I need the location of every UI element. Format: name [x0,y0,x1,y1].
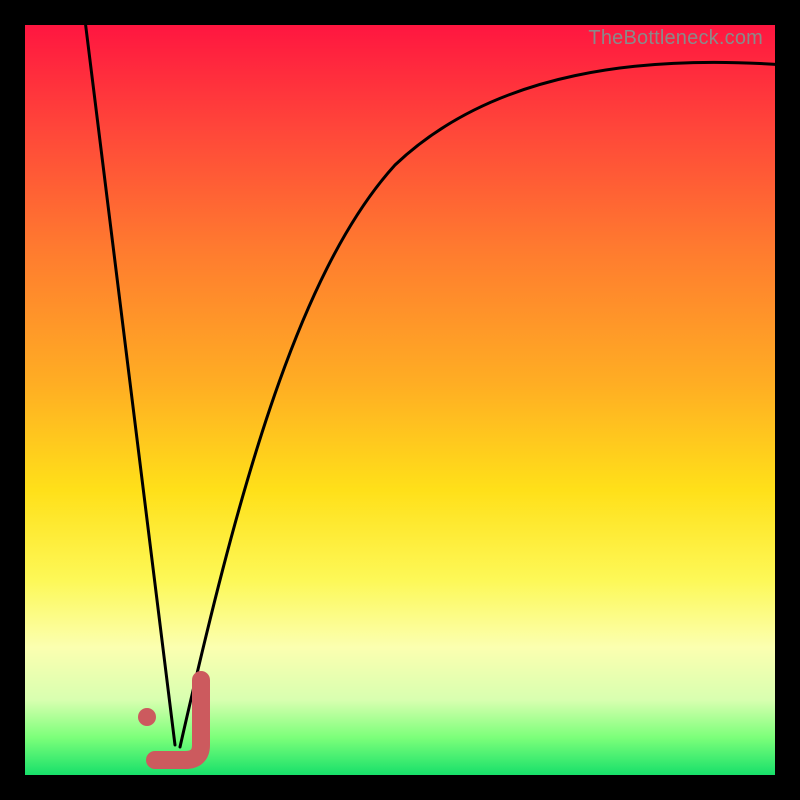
chart-frame: TheBottleneck.com [0,0,800,800]
curve-left [85,20,175,745]
curve-right [180,62,785,747]
j-marker-dot-icon [138,708,156,726]
plot-area: TheBottleneck.com [25,25,775,775]
j-marker-icon [155,680,201,760]
curves-layer [25,25,775,775]
